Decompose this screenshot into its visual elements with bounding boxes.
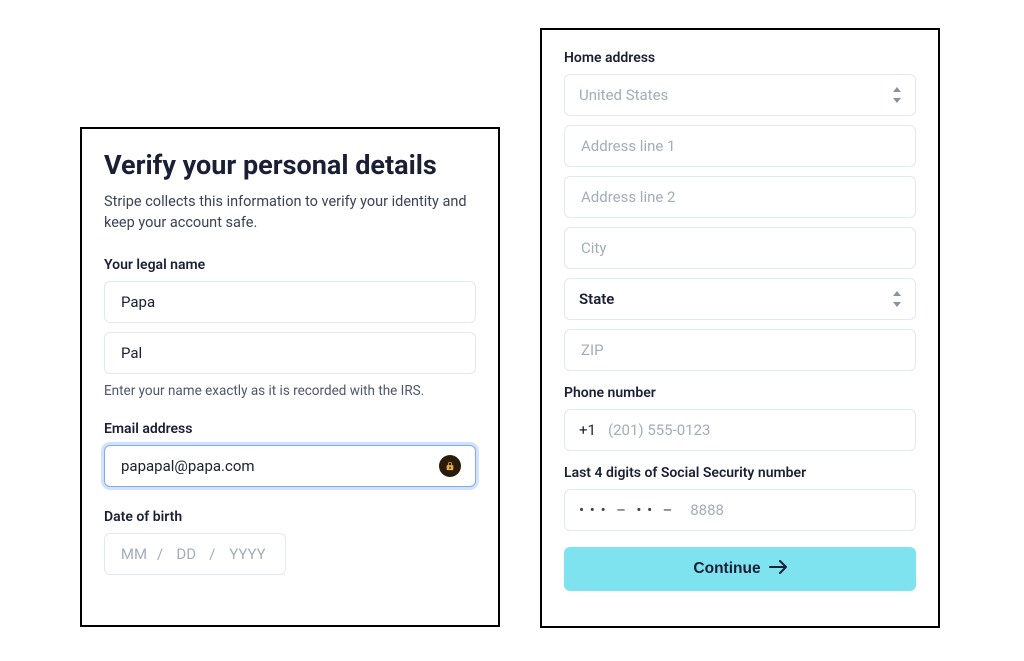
city-input[interactable] — [579, 238, 901, 258]
email-label: Email address — [104, 421, 476, 437]
phone-input[interactable] — [606, 420, 901, 440]
email-group: Email address — [104, 421, 476, 487]
legal-name-label: Your legal name — [104, 257, 476, 273]
phone-group: Phone number +1 — [564, 385, 916, 451]
ssn-input[interactable] — [688, 500, 748, 520]
dob-month-input[interactable] — [117, 544, 151, 564]
dob-day-input[interactable] — [169, 544, 203, 564]
phone-prefix: +1 — [579, 421, 596, 439]
page-title: Verify your personal details — [104, 149, 476, 181]
verify-details-panel: Verify your personal details Stripe coll… — [80, 127, 500, 627]
last-name-field[interactable] — [104, 332, 476, 374]
legal-name-group: Your legal name Enter your name exactly … — [104, 257, 476, 399]
chevron-sort-icon — [891, 87, 903, 103]
phone-field[interactable]: +1 — [564, 409, 916, 451]
email-input[interactable] — [119, 456, 431, 476]
dob-label: Date of birth — [104, 509, 476, 525]
continue-button[interactable]: Continue — [564, 547, 916, 591]
address-panel: Home address United States State — [540, 28, 940, 628]
first-name-field[interactable] — [104, 281, 476, 323]
zip-input[interactable] — [579, 340, 901, 360]
dob-year-input[interactable] — [221, 544, 273, 564]
country-value: United States — [579, 86, 901, 104]
country-select[interactable]: United States — [564, 74, 916, 116]
ssn-field[interactable]: • • • – • • – — [564, 489, 916, 531]
arrow-right-icon — [769, 560, 787, 579]
address-line2-input[interactable] — [579, 187, 901, 207]
dob-group: Date of birth / / — [104, 509, 476, 575]
page-subtitle: Stripe collects this information to veri… — [104, 191, 476, 233]
state-select[interactable]: State — [564, 278, 916, 320]
lock-icon — [439, 455, 461, 477]
home-address-label: Home address — [564, 50, 916, 66]
email-field[interactable] — [104, 445, 476, 487]
zip-field[interactable] — [564, 329, 916, 371]
last-name-input[interactable] — [119, 343, 461, 363]
dob-sep-1: / — [157, 545, 163, 563]
city-field[interactable] — [564, 227, 916, 269]
ssn-label: Last 4 digits of Social Security number — [564, 465, 916, 481]
dob-field[interactable]: / / — [104, 533, 286, 575]
phone-label: Phone number — [564, 385, 916, 401]
legal-name-hint: Enter your name exactly as it is recorde… — [104, 383, 476, 399]
chevron-sort-icon — [891, 291, 903, 307]
first-name-input[interactable] — [119, 292, 461, 312]
address-line2-field[interactable] — [564, 176, 916, 218]
continue-label: Continue — [693, 560, 760, 578]
address-group: Home address United States State — [564, 50, 916, 371]
ssn-group: Last 4 digits of Social Security number … — [564, 465, 916, 531]
state-value: State — [579, 290, 901, 308]
ssn-mask: • • • – • • – — [579, 501, 678, 519]
address-line1-input[interactable] — [579, 136, 901, 156]
address-line1-field[interactable] — [564, 125, 916, 167]
dob-sep-2: / — [209, 545, 215, 563]
